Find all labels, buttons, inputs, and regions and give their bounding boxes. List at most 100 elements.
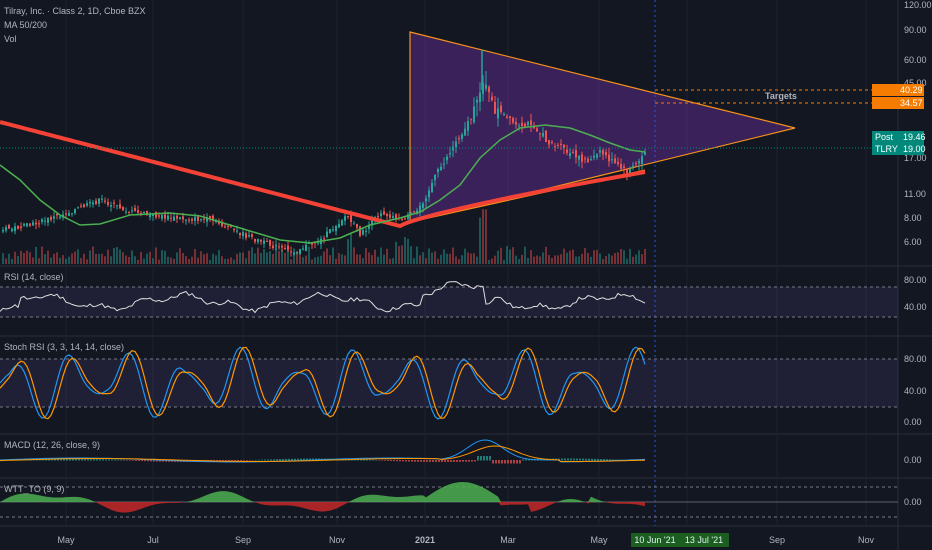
chart-canvas[interactable]: Targets 120.0090.0060.0045.0017.0011.008… bbox=[0, 0, 932, 550]
macd-histogram-bar bbox=[99, 459, 101, 461]
macd-histogram-bar bbox=[585, 458, 587, 461]
macd-histogram-bar bbox=[147, 460, 149, 462]
candle bbox=[5, 227, 7, 231]
volume-bar bbox=[446, 253, 448, 264]
volume-bar bbox=[179, 248, 181, 264]
volume-bar bbox=[104, 256, 106, 264]
macd-histogram-bar bbox=[522, 459, 524, 461]
volume-bar bbox=[347, 239, 349, 264]
candle bbox=[242, 232, 244, 236]
volume-bar bbox=[617, 252, 619, 264]
volume-bar bbox=[257, 247, 259, 264]
macd-histogram-bar bbox=[126, 460, 128, 461]
macd-histogram-bar bbox=[591, 458, 593, 461]
candle bbox=[596, 154, 598, 158]
candle bbox=[98, 198, 100, 204]
macd-histogram-bar bbox=[588, 458, 590, 461]
volume-bar bbox=[68, 256, 70, 264]
candle bbox=[383, 211, 385, 215]
candle bbox=[2, 230, 4, 232]
candle bbox=[578, 155, 580, 160]
candle bbox=[497, 108, 499, 119]
macd-histogram-bar bbox=[105, 459, 107, 461]
volume-bar bbox=[431, 252, 433, 264]
volume-bar bbox=[263, 248, 265, 264]
volume-bar bbox=[248, 250, 250, 264]
volume-bar bbox=[266, 252, 268, 264]
candle bbox=[422, 203, 424, 208]
macd-histogram-bar bbox=[501, 460, 503, 464]
candle bbox=[515, 122, 517, 125]
volume-bar bbox=[188, 259, 190, 264]
candle bbox=[635, 162, 637, 165]
macd-histogram-bar bbox=[135, 460, 137, 461]
candle bbox=[71, 213, 73, 215]
volume-bar bbox=[197, 257, 199, 264]
volume-bar bbox=[152, 258, 154, 264]
candle bbox=[518, 125, 520, 127]
volume-bar bbox=[191, 256, 193, 264]
candle bbox=[362, 230, 364, 235]
candle bbox=[548, 140, 550, 145]
candle bbox=[401, 218, 403, 220]
candle bbox=[488, 86, 490, 93]
candle bbox=[26, 223, 28, 227]
volume-bar bbox=[41, 246, 43, 264]
volume-bar bbox=[236, 253, 238, 264]
candle bbox=[194, 217, 196, 221]
candle bbox=[269, 240, 271, 246]
volume-bar bbox=[422, 252, 424, 264]
macd-histogram-bar bbox=[594, 458, 596, 461]
macd-histogram-bar bbox=[366, 459, 368, 461]
volume-bar bbox=[5, 258, 7, 264]
volume-bar bbox=[608, 253, 610, 264]
macd-histogram-bar bbox=[567, 458, 569, 461]
macd-histogram-bar bbox=[237, 460, 239, 462]
macd-histogram-bar bbox=[519, 460, 521, 464]
candle bbox=[251, 234, 253, 237]
candle bbox=[248, 235, 250, 237]
volume-bar bbox=[176, 252, 178, 264]
volume-bar bbox=[524, 246, 526, 264]
time-tick-label: Nov bbox=[329, 535, 346, 545]
volume-bar bbox=[320, 255, 322, 264]
wtt-legend: WTT_TO (9, 9) bbox=[4, 484, 65, 494]
candle bbox=[572, 152, 574, 154]
volume-bar bbox=[128, 256, 130, 264]
candle bbox=[8, 225, 10, 229]
volume-bar bbox=[53, 253, 55, 264]
macd-histogram-bar bbox=[561, 458, 563, 461]
volume-bar bbox=[32, 257, 34, 264]
volume-bar bbox=[566, 252, 568, 264]
volume-bar bbox=[335, 258, 337, 264]
volume-bar bbox=[326, 248, 328, 264]
macd-histogram-bar bbox=[456, 460, 458, 462]
candle bbox=[431, 182, 433, 193]
candle bbox=[17, 225, 19, 229]
last-price-tag-symbol: TLRY bbox=[875, 144, 898, 154]
volume-bar bbox=[587, 253, 589, 264]
volume-bar bbox=[632, 256, 634, 264]
volume-bar bbox=[506, 246, 508, 264]
macd-histogram-bar bbox=[570, 458, 572, 461]
macd-histogram-bar bbox=[387, 460, 389, 461]
macd-histogram-bar bbox=[597, 458, 599, 461]
volume-bar bbox=[146, 253, 148, 264]
candle bbox=[59, 216, 61, 218]
macd-histogram-bar bbox=[417, 460, 419, 462]
macd-histogram-bar bbox=[129, 460, 131, 461]
candle bbox=[224, 226, 226, 228]
candle bbox=[284, 248, 286, 250]
candle bbox=[512, 118, 514, 123]
macd-histogram-bar bbox=[369, 459, 371, 461]
volume-bar bbox=[377, 256, 379, 264]
volume-bar bbox=[473, 253, 475, 264]
rsi-legend: RSI (14, close) bbox=[4, 272, 64, 282]
candle bbox=[245, 233, 247, 238]
macd-histogram-bar bbox=[471, 460, 473, 462]
candle bbox=[191, 218, 193, 221]
candle bbox=[530, 120, 532, 126]
candle bbox=[575, 150, 577, 158]
candle bbox=[227, 225, 229, 228]
macd-histogram-bar bbox=[420, 460, 422, 462]
